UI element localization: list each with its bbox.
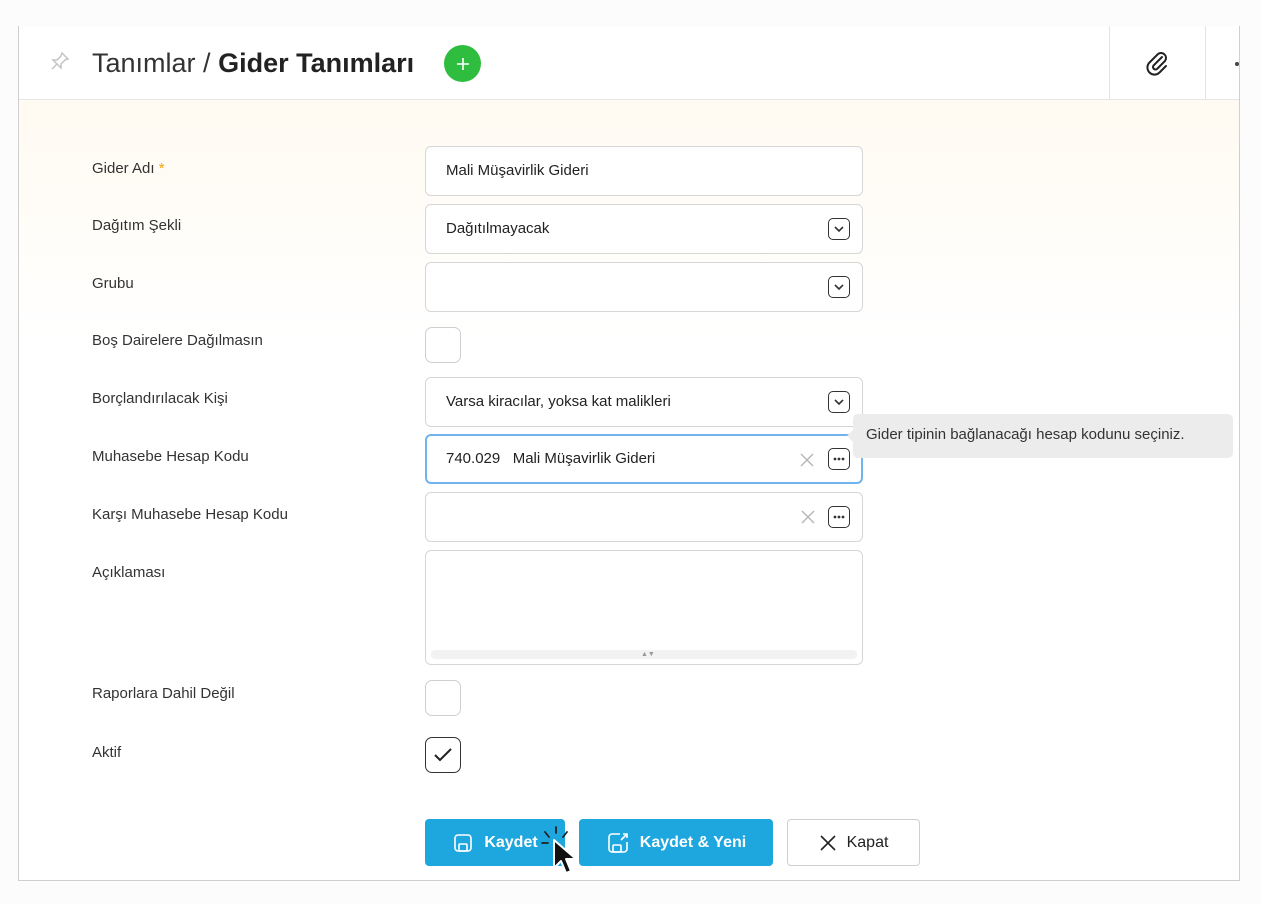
page-title: Gider Tanımları: [218, 48, 415, 78]
resize-grip-icon: ▲▼: [641, 651, 655, 658]
karsi-kodu-label: Karşı Muhasebe Hesap Kodu: [92, 506, 288, 523]
page-header: Tanımlar / Gider Tanımları: [19, 26, 1239, 100]
clear-icon[interactable]: [798, 507, 818, 527]
breadcrumb-separator: /: [203, 48, 211, 78]
more-menu-icon[interactable]: [1235, 62, 1239, 66]
add-button[interactable]: [444, 45, 481, 82]
dagitim-sekli-select[interactable]: Dağıtılmayacak: [425, 204, 863, 254]
bos-daireler-checkbox[interactable]: [425, 327, 461, 363]
header-divider: [1109, 26, 1110, 99]
muhasebe-kodu-value: 740.029 Mali Müşavirlik Gideri: [446, 450, 656, 467]
aktif-checkbox[interactable]: [425, 737, 461, 773]
close-label: Kapat: [846, 833, 889, 851]
muhasebe-kodu-input[interactable]: 740.029 Mali Müşavirlik Gideri: [425, 434, 863, 484]
save-new-icon: [607, 832, 628, 853]
gider-adi-label: Gider Adı *: [92, 160, 165, 177]
grubu-label: Grubu: [92, 275, 134, 292]
required-mark: *: [158, 160, 165, 177]
bos-daireler-label: Boş Dairelere Dağılmasın: [92, 332, 263, 349]
muhasebe-kodu-label: Muhasebe Hesap Kodu: [92, 448, 249, 465]
chevron-down-icon[interactable]: [828, 276, 850, 298]
close-icon: [820, 834, 836, 851]
grubu-select[interactable]: [425, 262, 863, 312]
aktif-label: Aktif: [92, 744, 122, 761]
save-label: Kaydet: [484, 833, 538, 851]
gider-adi-value: Mali Müşavirlik Gideri: [446, 162, 589, 179]
paperclip-icon[interactable]: [1143, 48, 1171, 76]
header-divider: [1205, 26, 1206, 99]
plus-icon: [456, 58, 469, 70]
chevron-down-icon[interactable]: [828, 391, 850, 413]
chevron-down-icon[interactable]: [828, 218, 850, 240]
clear-icon[interactable]: [797, 450, 817, 470]
gider-adi-input[interactable]: Mali Müşavirlik Gideri: [425, 146, 863, 196]
save-new-button[interactable]: Kaydet & Yeni: [579, 819, 773, 866]
save-new-label: Kaydet & Yeni: [639, 833, 747, 851]
checkmark-icon: [434, 748, 452, 762]
borclandirilacak-value: Varsa kiracılar, yoksa kat malikleri: [446, 393, 671, 410]
karsi-kodu-input[interactable]: [425, 492, 863, 542]
resize-handle[interactable]: ▲▼: [431, 650, 857, 659]
breadcrumb-parent[interactable]: Tanımlar: [92, 48, 196, 78]
tooltip: Gider tipinin bağlanacağı hesap kodunu s…: [847, 414, 1233, 458]
more-options-icon[interactable]: [828, 448, 850, 470]
aciklama-textarea[interactable]: ▲▼: [425, 550, 863, 665]
more-options-icon[interactable]: [828, 506, 850, 528]
borclandirilacak-label: Borçlandırılacak Kişi: [92, 390, 228, 407]
mouse-cursor-icon: [541, 826, 577, 874]
aciklama-label: Açıklaması: [92, 564, 166, 581]
save-icon: [454, 833, 473, 852]
close-button[interactable]: Kapat: [787, 819, 920, 866]
breadcrumb: Tanımlar / Gider Tanımları: [92, 46, 414, 80]
pin-icon[interactable]: [50, 51, 70, 71]
raporlara-label: Raporlara Dahil Değil: [92, 685, 235, 702]
dagitim-sekli-label: Dağıtım Şekli: [92, 217, 182, 234]
dagitim-sekli-value: Dağıtılmayacak: [446, 220, 550, 237]
borclandirilacak-select[interactable]: Varsa kiracılar, yoksa kat malikleri: [425, 377, 863, 427]
raporlara-checkbox[interactable]: [425, 680, 461, 716]
